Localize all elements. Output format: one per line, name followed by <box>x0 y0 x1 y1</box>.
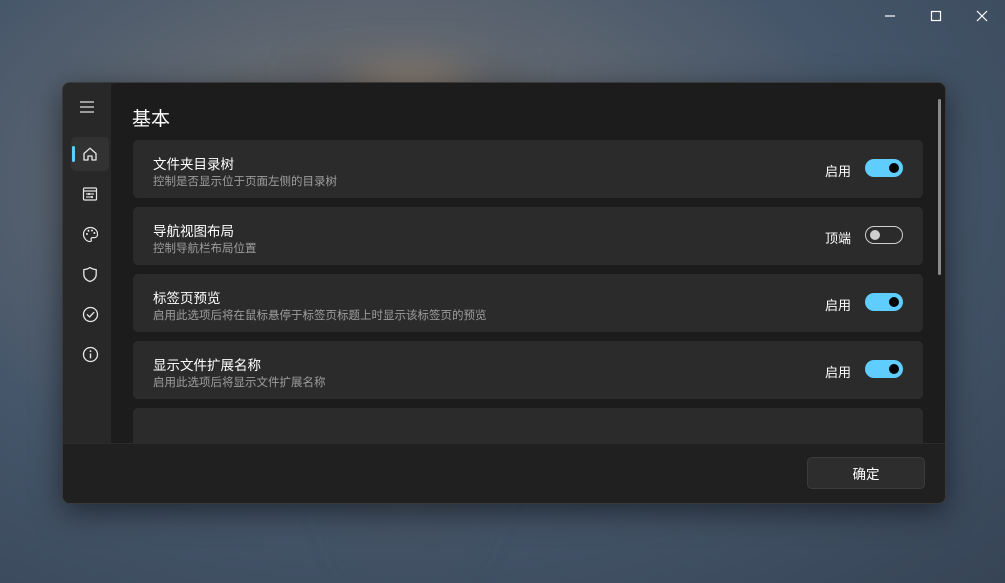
setting-title: 导航视图布局 <box>153 224 234 240</box>
setting-description: 启用此选项后将在鼠标悬停于标签页标题上时显示该标签页的预览 <box>153 308 487 322</box>
setting-title: 文件夹目录树 <box>153 157 234 173</box>
toggle-knob <box>889 297 899 307</box>
nav-item-about[interactable] <box>71 337 109 371</box>
toggle-state-label: 启用 <box>824 299 851 314</box>
minimize-icon <box>885 15 895 17</box>
setting-card-nav-layout: 导航视图布局 控制导航栏布局位置 顶端 <box>133 207 923 265</box>
folder-tree-toggle[interactable] <box>865 159 903 177</box>
toggle-state-label: 启用 <box>824 165 851 180</box>
toggle-knob <box>889 163 899 173</box>
menu-button[interactable] <box>73 95 101 119</box>
setting-description: 启用此选项后将显示文件扩展名称 <box>153 375 326 389</box>
maximize-icon <box>930 10 942 22</box>
info-icon <box>82 346 98 362</box>
toggle-knob <box>889 364 899 374</box>
nav-item-security[interactable] <box>71 257 109 291</box>
setting-description: 控制是否显示位于页面左侧的目录树 <box>153 174 337 188</box>
nav-item-home[interactable] <box>71 137 109 171</box>
close-icon <box>976 10 988 22</box>
setting-title: 标签页预览 <box>153 291 221 307</box>
shield-icon <box>83 266 97 282</box>
file-extension-toggle[interactable] <box>865 360 903 378</box>
settings-content: 基本 文件夹目录树 控制是否显示位于页面左侧的目录树 启用 导航视图布局 控制导… <box>111 83 945 443</box>
ok-button[interactable]: 确定 <box>807 457 925 489</box>
setting-description: 控制导航栏布局位置 <box>153 241 257 255</box>
toggle-state-label: 顶端 <box>824 232 851 247</box>
selection-indicator <box>72 146 75 162</box>
home-icon <box>83 147 97 161</box>
toggle-knob <box>870 230 880 240</box>
palette-icon <box>82 226 98 242</box>
setting-card-file-extension: 显示文件扩展名称 启用此选项后将显示文件扩展名称 启用 <box>133 341 923 399</box>
check-circle-icon <box>82 306 98 322</box>
window-controls <box>867 0 1005 32</box>
setting-title: 显示文件扩展名称 <box>153 358 261 374</box>
toggle-state-label: 启用 <box>824 366 851 381</box>
nav-item-appearance[interactable] <box>71 217 109 251</box>
scrollbar-thumb[interactable] <box>938 99 941 275</box>
dialog-footer: 确定 <box>63 443 945 503</box>
page-title: 基本 <box>132 108 171 130</box>
setting-card-partial <box>133 408 923 443</box>
minimize-button[interactable] <box>867 0 913 32</box>
hamburger-icon <box>80 101 94 113</box>
maximize-button[interactable] <box>913 0 959 32</box>
settings-dialog: 基本 文件夹目录树 控制是否显示位于页面左侧的目录树 启用 导航视图布局 控制导… <box>62 82 946 504</box>
nav-layout-toggle[interactable] <box>865 226 903 244</box>
setting-card-folder-tree: 文件夹目录树 控制是否显示位于页面左侧的目录树 启用 <box>133 140 923 198</box>
tab-preview-toggle[interactable] <box>865 293 903 311</box>
setting-card-tab-preview: 标签页预览 启用此选项后将在鼠标悬停于标签页标题上时显示该标签页的预览 启用 <box>133 274 923 332</box>
sidebar <box>63 83 111 443</box>
settings-list-icon <box>82 187 98 201</box>
close-button[interactable] <box>959 0 1005 32</box>
nav-item-tasks[interactable] <box>71 297 109 331</box>
nav-item-settings-list[interactable] <box>71 177 109 211</box>
